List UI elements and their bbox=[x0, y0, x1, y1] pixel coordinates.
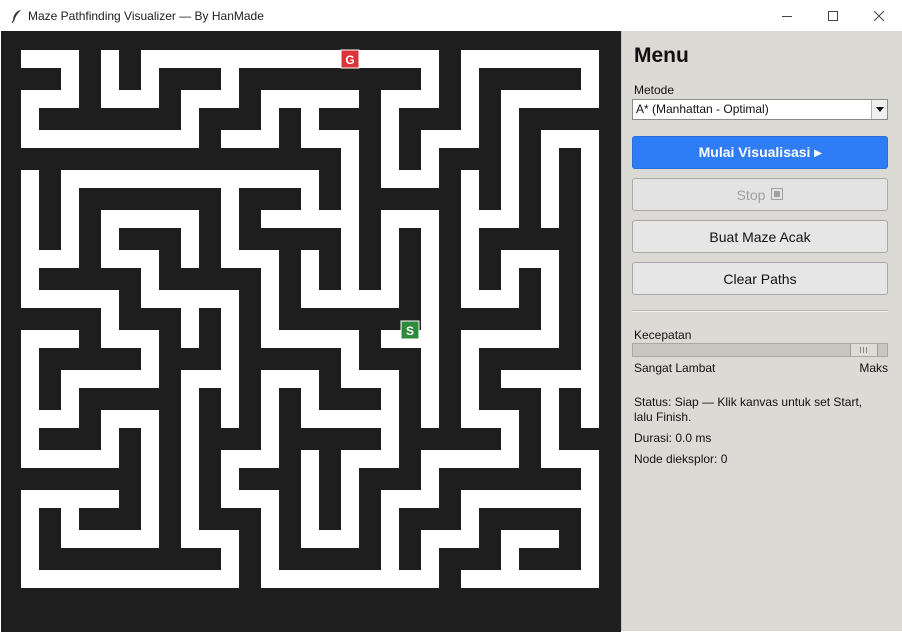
clear-paths-button[interactable]: Clear Paths bbox=[632, 262, 888, 295]
speed-max-label: Maks bbox=[859, 361, 888, 375]
start-visualization-label: Mulai Visualisasi ▸ bbox=[698, 144, 822, 160]
stop-label: Stop bbox=[736, 186, 766, 203]
random-maze-label: Buat Maze Acak bbox=[709, 228, 811, 245]
maze-corridor bbox=[581, 410, 599, 428]
maze-corridor bbox=[61, 330, 79, 348]
maze-corridor bbox=[21, 170, 39, 188]
stop-icon bbox=[771, 187, 784, 203]
random-maze-button[interactable]: Buat Maze Acak bbox=[632, 220, 888, 253]
divider bbox=[632, 310, 888, 312]
maze-drawing[interactable]: G S bbox=[1, 31, 621, 632]
status-text: Status: Siap — Klik kanvas untuk set Sta… bbox=[634, 395, 863, 424]
maze-corridor bbox=[181, 250, 199, 268]
minimize-icon[interactable] bbox=[764, 0, 810, 31]
method-select[interactable]: A* (Manhattan - Optimal) bbox=[632, 99, 888, 120]
start-visualization-button[interactable]: Mulai Visualisasi ▸ bbox=[632, 136, 888, 169]
maze-corridor bbox=[261, 210, 279, 228]
maze-corridor bbox=[341, 90, 359, 108]
stop-button[interactable]: Stop bbox=[632, 178, 888, 211]
clear-paths-label: Clear Paths bbox=[723, 270, 797, 287]
maze-corridor bbox=[221, 130, 239, 148]
speed-min-label: Sangat Lambat bbox=[634, 361, 716, 375]
title-bar: Maze Pathfinding Visualizer — By HanMade bbox=[0, 0, 902, 31]
method-label: Metode bbox=[634, 83, 675, 97]
speed-slider[interactable] bbox=[632, 343, 888, 357]
maze-canvas[interactable]: G S bbox=[1, 31, 621, 632]
duration-text: Durasi: 0.0 ms bbox=[634, 431, 712, 445]
maze-corridor bbox=[501, 370, 519, 388]
maze-corridor bbox=[541, 210, 559, 228]
goal-marker: G bbox=[340, 49, 360, 69]
speed-label: Kecepatan bbox=[634, 328, 692, 342]
maze-corridor bbox=[421, 410, 439, 428]
maze-corridor bbox=[101, 50, 119, 68]
maze-corridor bbox=[301, 450, 319, 468]
maze-corridor bbox=[101, 490, 119, 508]
start-label: S bbox=[406, 324, 414, 338]
feather-icon bbox=[9, 8, 25, 24]
maze-corridor bbox=[181, 330, 199, 348]
status-block: Status: Siap — Klik kanvas untuk set Sta… bbox=[634, 395, 884, 467]
method-value: A* (Manhattan - Optimal) bbox=[636, 102, 769, 116]
maze-corridor bbox=[461, 170, 479, 188]
maze-corridor bbox=[301, 250, 319, 268]
maze-corridor bbox=[221, 410, 239, 428]
nodes-explored-text: Node dieksplor: 0 bbox=[634, 452, 728, 466]
maximize-icon[interactable] bbox=[810, 0, 856, 31]
maze-corridor bbox=[381, 330, 399, 348]
close-icon[interactable] bbox=[856, 0, 902, 31]
maze-paths bbox=[21, 50, 599, 588]
menu-title: Menu bbox=[634, 44, 689, 67]
chevron-down-icon[interactable] bbox=[871, 100, 887, 119]
window-title: Maze Pathfinding Visualizer — By HanMade bbox=[28, 8, 264, 23]
start-marker: S bbox=[400, 320, 420, 340]
control-panel: Menu Metode A* (Manhattan - Optimal) Mul… bbox=[621, 31, 902, 631]
maze-corridor bbox=[541, 530, 559, 548]
speed-slider-handle[interactable] bbox=[850, 344, 878, 356]
maze-corridor bbox=[461, 570, 479, 588]
goal-label: G bbox=[345, 53, 354, 67]
